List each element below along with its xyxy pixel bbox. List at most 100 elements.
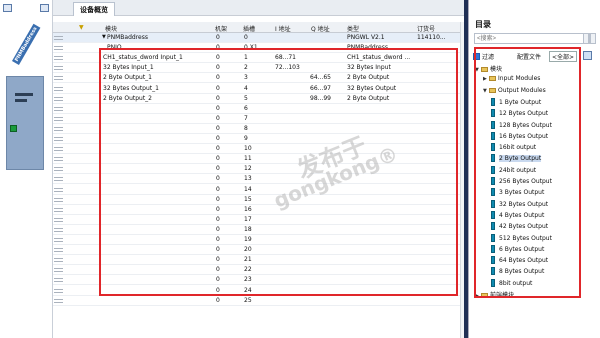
col-type[interactable]: 类型 xyxy=(347,24,359,33)
catalog-tree-item[interactable]: 16bit output xyxy=(491,143,536,152)
catalog-tree-label: 模块 xyxy=(490,66,503,73)
row-handle-icon[interactable] xyxy=(54,187,63,192)
device-list-icon[interactable] xyxy=(40,4,49,12)
table-row[interactable]: 0 17 xyxy=(53,215,467,225)
profile-select[interactable]: <全部> xyxy=(549,51,578,62)
catalog-tree-item[interactable]: 32 Bytes Output xyxy=(491,199,548,209)
row-handle-icon[interactable] xyxy=(54,278,63,283)
filter-icon[interactable]: ▼ xyxy=(79,24,84,31)
catalog-tree-item[interactable]: 12 Bytes Output xyxy=(491,109,548,118)
row-handle-icon[interactable] xyxy=(54,137,63,141)
col-q-address[interactable]: Q 地址 xyxy=(311,24,330,33)
table-row[interactable]: 2 Byte Output_2 0 5 98...99 2 Byte Output xyxy=(53,94,467,104)
row-handle-icon[interactable] xyxy=(54,66,63,71)
table-row[interactable]: 0 23 xyxy=(53,275,467,286)
tab-device-overview[interactable]: 设备概览 xyxy=(73,2,115,16)
row-handle-icon[interactable] xyxy=(54,46,63,51)
folder-icon xyxy=(481,293,488,298)
row-handle-icon[interactable] xyxy=(54,126,63,131)
row-handle-icon[interactable] xyxy=(54,96,63,101)
catalog-tree-item[interactable]: ▼ 模块 xyxy=(475,64,502,73)
table-row[interactable]: 0 11 xyxy=(53,154,467,165)
row-handle-icon[interactable] xyxy=(54,288,63,293)
catalog-tree-item[interactable]: 4 Bytes Output xyxy=(491,210,544,220)
table-row[interactable]: 0 25 xyxy=(53,296,467,306)
table-row[interactable]: 07 xyxy=(53,114,467,124)
row-handle-icon[interactable] xyxy=(54,147,63,152)
row-handle-icon[interactable] xyxy=(54,177,63,182)
col-module[interactable]: 模块 xyxy=(105,24,117,33)
catalog-tree-item[interactable]: 8bit output xyxy=(491,278,532,288)
col-order-number[interactable]: 订货号 xyxy=(417,24,435,33)
ethernet-port-icon[interactable] xyxy=(10,125,17,132)
row-handle-icon[interactable] xyxy=(54,76,63,81)
table-row[interactable]: 0 10 xyxy=(53,144,467,155)
table-row[interactable]: 0 18 xyxy=(53,225,467,235)
table-row[interactable]: 0 21 xyxy=(53,255,467,266)
catalog-tree-item[interactable]: 24bit output xyxy=(491,165,536,175)
table-row[interactable]: 32 Bytes Output_1 0 4 66...97 32 Bytes Outpu… xyxy=(53,84,467,94)
expand-icon[interactable]: ▼ xyxy=(102,34,106,40)
catalog-tree-item[interactable]: ▶ 前端模块 xyxy=(475,290,514,299)
catalog-tree-item[interactable]: 8 Bytes Output xyxy=(491,267,544,276)
catalog-tree-item[interactable]: 3 Bytes Output xyxy=(491,188,544,197)
table-row[interactable]: 08 xyxy=(53,124,467,134)
row-handle-icon[interactable] xyxy=(54,197,63,202)
row-handle-icon[interactable] xyxy=(54,106,63,111)
table-row[interactable]: 0 19 xyxy=(53,235,467,246)
catalog-tree-item[interactable]: 128 Bytes Output xyxy=(491,120,552,130)
row-handle-icon[interactable] xyxy=(54,217,63,222)
row-handle-icon[interactable] xyxy=(54,258,63,263)
row-handle-icon[interactable] xyxy=(54,167,63,172)
module-icon xyxy=(491,165,495,174)
catalog-tree-item[interactable]: 1 Byte Output xyxy=(491,97,541,107)
catalog-tree-item[interactable]: ▼ Output Modules xyxy=(483,87,546,96)
col-slot[interactable]: 插槽 xyxy=(243,24,255,33)
cell-slot: 2 xyxy=(244,64,248,72)
row-handle-icon[interactable] xyxy=(54,268,63,273)
col-rack[interactable]: 机架 xyxy=(215,24,227,33)
row-handle-icon[interactable] xyxy=(54,298,63,303)
catalog-tree-item[interactable]: 2 Byte Output xyxy=(491,154,542,163)
row-handle-icon[interactable] xyxy=(54,248,63,253)
table-row[interactable]: 09 xyxy=(53,134,467,145)
table-row[interactable]: 06 xyxy=(53,104,467,114)
catalog-tree-item[interactable]: 512 Bytes Output xyxy=(491,233,552,243)
table-row[interactable]: 0 14 xyxy=(53,185,467,195)
catalog-tree-item[interactable]: 64 Bytes Output xyxy=(491,256,548,265)
table-row[interactable]: 0 12 xyxy=(53,164,467,175)
table-row[interactable]: 32 Bytes Input_1 0 2 72...103 32 Bytes Input xyxy=(53,63,467,74)
table-row[interactable]: 2 Byte Output_1 0 3 64...65 2 Byte Output xyxy=(53,73,467,84)
row-handle-icon[interactable] xyxy=(54,207,63,212)
table-row[interactable]: 0 13 xyxy=(53,174,467,185)
col-i-address[interactable]: I 地址 xyxy=(275,24,291,33)
table-row[interactable]: PNIO 0 0 X1 PNMBaddress xyxy=(53,43,467,54)
device-graphic[interactable]: PNMBaddress xyxy=(2,23,46,74)
catalog-tree-item[interactable]: 6 Bytes Output xyxy=(491,244,544,254)
row-handle-icon[interactable] xyxy=(54,116,63,121)
table-row[interactable]: PNMBaddress 0 0 PNGWL V2.1 114110... ▼ xyxy=(53,33,467,44)
catalog-options-icon[interactable] xyxy=(583,51,592,60)
view-toggle-icon[interactable] xyxy=(3,4,12,12)
table-row[interactable]: 0 15 xyxy=(53,195,467,205)
table-row[interactable]: CH1_status_dword Input_1 0 1 68...71 CH1_sta… xyxy=(53,53,467,64)
table-row[interactable]: 0 22 xyxy=(53,265,467,276)
row-handle-icon[interactable] xyxy=(54,157,63,162)
row-handle-icon[interactable] xyxy=(54,238,63,242)
catalog-tree-item[interactable]: 16 Bytes Output xyxy=(491,131,548,141)
filter-checkbox[interactable] xyxy=(473,53,480,60)
row-handle-icon[interactable] xyxy=(54,86,63,91)
table-row[interactable]: 0 20 xyxy=(53,245,467,256)
search-up-icon[interactable] xyxy=(583,33,589,44)
table-row[interactable]: 0 16 xyxy=(53,205,467,215)
catalog-tree-item[interactable]: 42 Bytes Output xyxy=(491,222,548,231)
table-row[interactable]: 0 24 xyxy=(53,286,467,296)
row-handle-icon[interactable] xyxy=(54,227,63,232)
device-rack-box[interactable] xyxy=(6,76,44,170)
catalog-tree-item[interactable]: 256 Bytes Output xyxy=(491,177,552,186)
row-handle-icon[interactable] xyxy=(54,56,63,61)
row-handle-icon[interactable] xyxy=(54,36,63,40)
catalog-search-input[interactable] xyxy=(474,33,590,44)
catalog-tree-item[interactable]: ▶ Input Modules xyxy=(483,75,540,84)
search-down-icon[interactable] xyxy=(590,33,596,44)
